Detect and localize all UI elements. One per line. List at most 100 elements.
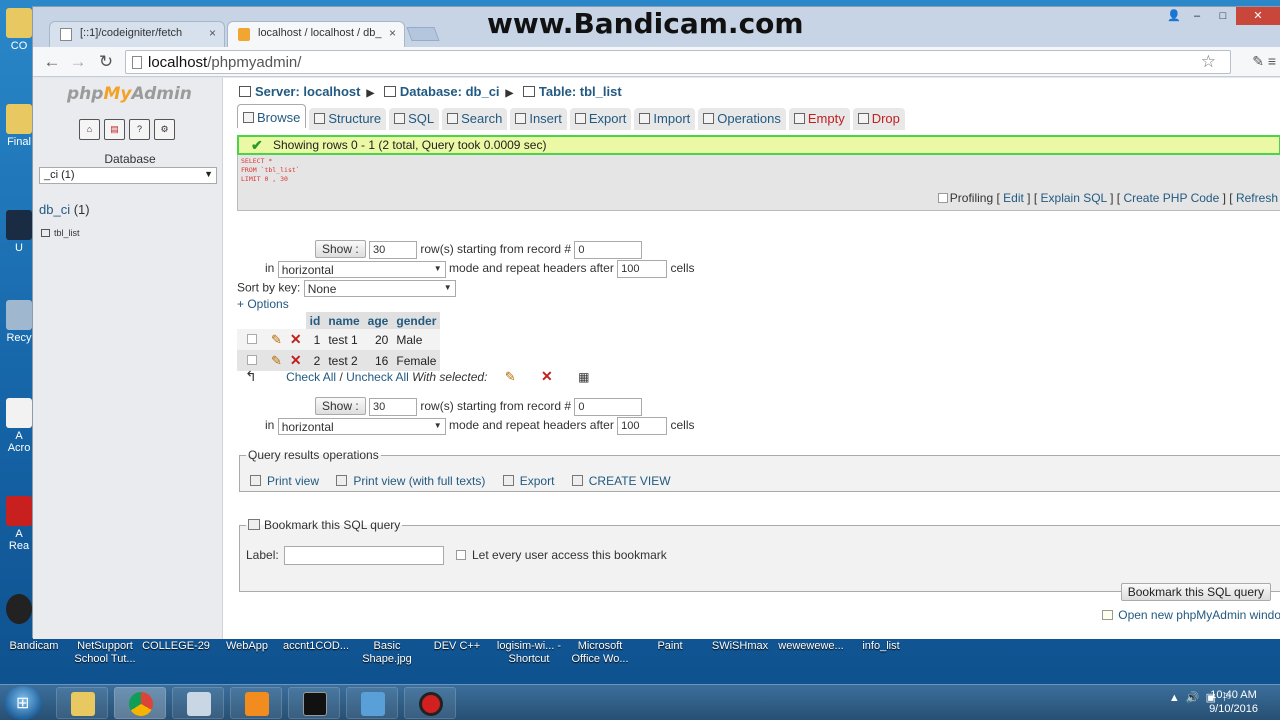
sql-icon[interactable]: ▤ (104, 119, 125, 140)
desktop-icon-folder[interactable]: CO (2, 8, 36, 52)
tab-structure[interactable]: Structure (309, 108, 387, 130)
minimize-button[interactable]: – (1184, 7, 1210, 25)
sort-by-key-select[interactable]: None ▼ (303, 280, 456, 297)
breadcrumb-database[interactable]: Database: db_ci (400, 84, 500, 99)
taskbar-cmd[interactable] (288, 687, 340, 719)
desktop-label-info-list[interactable]: info_list (852, 640, 910, 653)
column-header-gender[interactable]: gender (392, 312, 441, 329)
row-checkbox[interactable] (247, 333, 257, 344)
start-button[interactable]: ⊞ (4, 686, 42, 720)
show-button[interactable]: Show : (315, 397, 366, 415)
open-new-window-link[interactable]: Open new phpMyAdmin windo (1102, 608, 1280, 622)
edit-pencil-icon[interactable]: ✎ (271, 332, 282, 347)
docs-icon[interactable]: ? (129, 119, 150, 140)
print-view-full-link[interactable]: Print view (with full texts) (353, 474, 485, 488)
taskbar-chrome[interactable] (114, 687, 166, 719)
tab-import[interactable]: Import (634, 108, 696, 130)
column-header-age[interactable]: age (363, 312, 393, 329)
create-view-link[interactable]: CREATE VIEW (589, 474, 671, 488)
url-text[interactable]: localhost/phpmyadmin/ (148, 54, 301, 71)
database-link[interactable]: db_ci (1) (39, 202, 90, 217)
address-bar[interactable]: localhost/phpmyadmin/ ☆ (125, 50, 1231, 74)
recycle-bin-icon[interactable]: Recy (2, 300, 36, 344)
close-icon[interactable]: × (209, 26, 216, 40)
bandicam-desktop-icon[interactable] (2, 594, 36, 626)
desktop-icon-shortcut[interactable]: U (2, 210, 36, 254)
tab-export[interactable]: Export (569, 108, 632, 130)
rows-input[interactable]: 30 (369, 397, 418, 416)
home-icon[interactable]: ⌂ (79, 119, 100, 140)
bookmark-share-option[interactable]: Let every user access this bookmark (456, 548, 667, 562)
phpmyadmin-logo[interactable]: phpMyAdmin (67, 84, 192, 104)
sql-query-text[interactable]: SELECT * FROM `tbl_list` LIMIT 0 , 30 (241, 157, 300, 184)
tab-search[interactable]: Search (442, 108, 508, 130)
tab-sql[interactable]: SQL (389, 108, 440, 130)
breadcrumb-server[interactable]: Server: localhost (255, 84, 361, 99)
export-selected-icon[interactable]: ▦ (578, 370, 589, 384)
bookmark-star-icon[interactable]: ☆ (1201, 52, 1216, 72)
bookmark-query-button[interactable]: Bookmark this SQL query (1120, 583, 1271, 601)
close-icon[interactable]: × (389, 26, 396, 40)
taskbar-explorer[interactable] (56, 687, 108, 719)
row-checkbox[interactable] (247, 354, 257, 365)
close-window-button[interactable]: ✕ (1236, 7, 1280, 25)
browser-menu-icon[interactable]: ✎ ≡ (1252, 53, 1276, 70)
user-icon[interactable]: 👤 (1164, 7, 1184, 25)
delete-icon[interactable]: ✕ (290, 352, 302, 368)
delete-selected-icon[interactable]: ✕ (541, 368, 553, 384)
export-link[interactable]: Export (520, 474, 555, 488)
delete-icon[interactable]: ✕ (290, 331, 302, 347)
taskbar-clock[interactable]: 10:40 AM 9/10/2016 (1209, 688, 1258, 716)
taskbar-sublime[interactable] (230, 687, 282, 719)
breadcrumb-table[interactable]: Table: tbl_list (539, 84, 622, 99)
desktop-label-accnt[interactable]: accnt1COD... (280, 640, 352, 653)
edit-link[interactable]: Edit (1003, 191, 1024, 205)
explain-sql-link[interactable]: Explain SQL (1041, 191, 1107, 205)
desktop-label-webapp[interactable]: WebApp (218, 640, 276, 653)
column-header-id[interactable]: id (305, 312, 325, 329)
desktop-label-netsupport[interactable]: NetSupport School Tut... (70, 640, 140, 666)
desktop-label-college[interactable]: COLLEGE-29 (140, 640, 212, 653)
repeat-headers-input[interactable]: 100 (617, 417, 668, 435)
desktop-label-wewe[interactable]: wewewewe... (776, 640, 846, 653)
maximize-button[interactable]: □ (1210, 7, 1236, 25)
column-header-name[interactable]: name (324, 312, 364, 329)
table-link[interactable]: tbl_list (41, 228, 80, 238)
tab-insert[interactable]: Insert (510, 108, 567, 130)
desktop-label-swishmax[interactable]: SWiSHmax (706, 640, 774, 653)
uncheck-all-link[interactable]: Uncheck All (346, 370, 409, 384)
options-link[interactable]: + Options (237, 297, 289, 311)
refresh-link[interactable]: Refresh (1236, 191, 1278, 205)
browser-tab-codeigniter[interactable]: [::1]/codeigniter/fetch × (49, 21, 225, 47)
tab-empty[interactable]: Empty (788, 108, 850, 130)
new-tab-button[interactable] (406, 27, 440, 41)
create-php-code-link[interactable]: Create PHP Code (1123, 191, 1219, 205)
taskbar-tools[interactable] (346, 687, 398, 719)
reload-button[interactable]: ↻ (95, 51, 117, 73)
desktop-label-office[interactable]: Microsoft Office Wo... (566, 640, 634, 666)
settings-icon[interactable]: ⚙ (154, 119, 175, 140)
bookmark-label-input[interactable] (284, 546, 444, 565)
desktop-label-basic-shape[interactable]: Basic Shape.jpg (356, 640, 418, 666)
rows-input[interactable]: 30 (369, 240, 418, 259)
profiling-checkbox[interactable] (937, 193, 948, 203)
display-mode-select[interactable]: horizontal ▼ (277, 260, 446, 278)
forward-button[interactable]: → (67, 51, 89, 73)
check-all-link[interactable]: Check All (286, 370, 336, 384)
edit-selected-icon[interactable]: ✎ (505, 369, 516, 384)
show-button[interactable]: Show : (315, 240, 366, 258)
tab-drop[interactable]: Drop (852, 108, 905, 130)
edit-pencil-icon[interactable]: ✎ (271, 353, 282, 368)
display-mode-select[interactable]: horizontal ▼ (277, 417, 446, 435)
taskbar-calculator[interactable] (172, 687, 224, 719)
desktop-icon-folder[interactable]: Final (2, 104, 36, 148)
share-bookmark-checkbox[interactable] (456, 550, 466, 560)
tab-browse[interactable]: Browse (237, 104, 307, 128)
desktop-label-bandicam[interactable]: Bandicam (4, 640, 64, 653)
taskbar-bandicam[interactable] (404, 687, 456, 719)
tab-operations[interactable]: Operations (698, 108, 786, 130)
desktop-label-logisim[interactable]: logisim-wi... - Shortcut (494, 640, 564, 666)
back-button[interactable]: ← (41, 51, 63, 73)
desktop-label-paint[interactable]: Paint (644, 640, 696, 653)
print-view-link[interactable]: Print view (267, 474, 319, 488)
